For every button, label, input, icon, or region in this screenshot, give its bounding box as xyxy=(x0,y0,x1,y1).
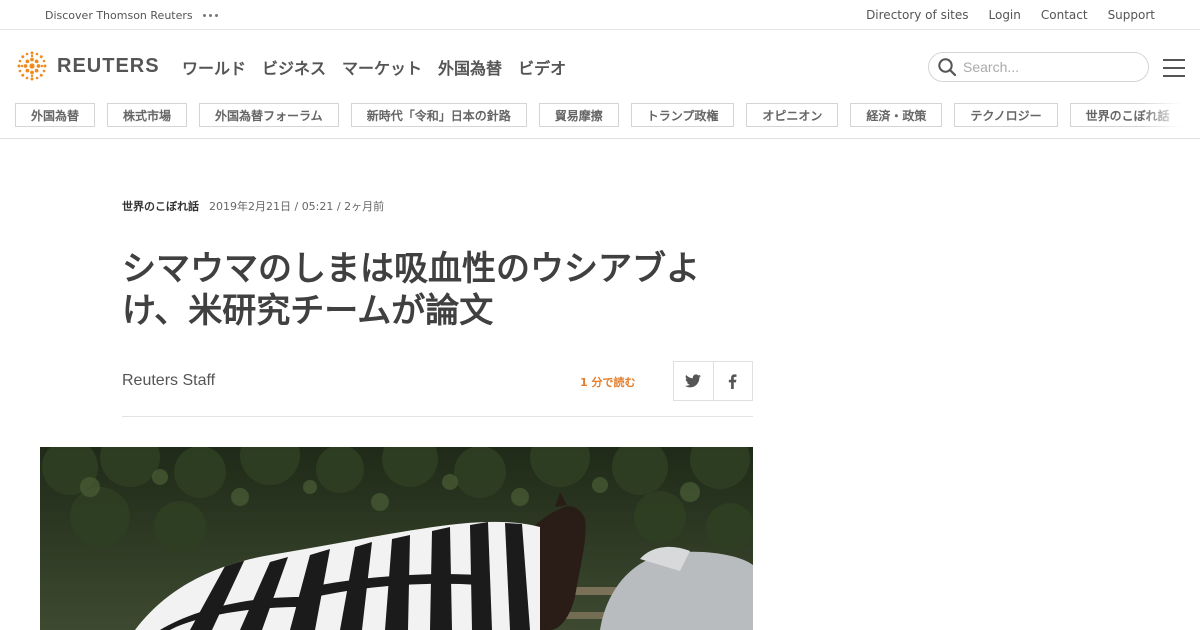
primary-nav: ワールド ビジネス マーケット 外国為替 ビデオ xyxy=(182,55,566,79)
search-input[interactable] xyxy=(963,59,1138,75)
hamburger-menu-icon[interactable] xyxy=(1163,59,1185,77)
article-meta: 世界のこぼれ話 2019年2月21日 / 05:21 / 2ヶ月前 xyxy=(122,198,384,214)
read-time: 1 分で読む xyxy=(580,376,636,389)
topic-opinion[interactable]: オピニオン xyxy=(746,103,839,127)
topic-trade-friction[interactable]: 貿易摩擦 xyxy=(538,103,619,127)
facebook-share-button[interactable] xyxy=(712,362,752,400)
topic-economy-policy[interactable]: 経済・政策 xyxy=(850,103,943,127)
search-icon[interactable] xyxy=(937,57,957,77)
article-lead-image[interactable] xyxy=(40,447,753,630)
byline-row: Reuters Staff 1 分で読む xyxy=(122,361,753,417)
login-link[interactable]: Login xyxy=(989,8,1021,22)
utility-links: Directory of sites Login Contact Support xyxy=(866,0,1155,30)
article-section-link[interactable]: 世界のこぼれ話 xyxy=(122,198,199,214)
nav-markets[interactable]: マーケット xyxy=(342,55,422,79)
topic-forex[interactable]: 外国為替 xyxy=(15,103,96,127)
topic-trump-administration[interactable]: トランプ政権 xyxy=(630,103,735,127)
discover-link[interactable]: Discover Thomson Reuters xyxy=(45,9,193,22)
nav-business[interactable]: ビジネス xyxy=(262,55,326,79)
contact-link[interactable]: Contact xyxy=(1041,8,1088,22)
article-headline: シマウマのしまは吸血性のウシアブよけ、米研究チームが論文 xyxy=(122,249,700,331)
twitter-share-button[interactable] xyxy=(674,362,713,400)
support-link[interactable]: Support xyxy=(1108,8,1155,22)
nav-forex[interactable]: 外国為替 xyxy=(438,55,502,79)
nav-world[interactable]: ワールド xyxy=(182,55,246,79)
nav-video[interactable]: ビデオ xyxy=(518,55,566,79)
author-byline[interactable]: Reuters Staff xyxy=(122,372,215,390)
utility-left: Discover Thomson Reuters xyxy=(45,0,218,30)
reuters-logo[interactable]: REUTERS xyxy=(15,49,160,83)
directory-of-sites-link[interactable]: Directory of sites xyxy=(866,8,968,22)
facebook-icon xyxy=(729,373,737,389)
topic-bar: 外国為替 株式市場 外国為替フォーラム 新時代「令和」日本の針路 貿易摩擦 トラ… xyxy=(0,101,1200,139)
utility-bar: Discover Thomson Reuters Directory of si… xyxy=(0,0,1200,30)
article-timestamp: 2019年2月21日 / 05:21 / 2ヶ月前 xyxy=(209,200,385,213)
topic-reiwa[interactable]: 新時代「令和」日本の針路 xyxy=(350,103,527,127)
twitter-icon xyxy=(685,374,702,388)
topic-list: 外国為替 株式市場 外国為替フォーラム 新時代「令和」日本の針路 貿易摩擦 トラ… xyxy=(15,103,1186,127)
search-box[interactable] xyxy=(928,52,1149,82)
topic-fade-overlay xyxy=(1140,101,1200,138)
topic-stock-market[interactable]: 株式市場 xyxy=(107,103,188,127)
zebra-coat-horse-photo xyxy=(40,447,753,630)
logo-wordmark: REUTERS xyxy=(57,54,160,77)
topic-technology[interactable]: テクノロジー xyxy=(954,103,1058,127)
share-buttons xyxy=(673,361,753,401)
main-header: REUTERS ワールド ビジネス マーケット 外国為替 ビデオ xyxy=(0,31,1200,101)
reuters-dot-logo-icon xyxy=(17,51,47,81)
ellipsis-icon[interactable] xyxy=(202,13,218,17)
topic-forex-forum[interactable]: 外国為替フォーラム xyxy=(199,103,339,127)
